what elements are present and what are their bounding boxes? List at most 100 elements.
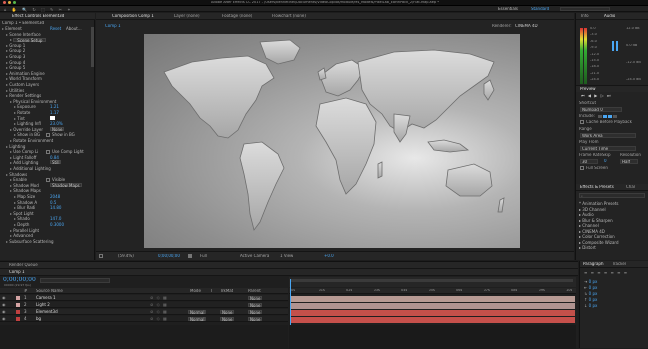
workspace-standard[interactable]: Standard — [531, 7, 549, 11]
layer-duration-bar[interactable] — [291, 309, 575, 316]
layer-parent-dropdown[interactable]: None — [248, 317, 263, 322]
footage-tab[interactable]: Footage (none) — [222, 14, 252, 18]
effect-control-value[interactable]: 2048 — [50, 194, 60, 199]
space-after-field[interactable]: 0 px — [589, 303, 598, 308]
volume-slider-left[interactable] — [612, 41, 614, 51]
effect-control-row[interactable]: ▸ Map Size 2048 — [14, 194, 92, 199]
effect-control-row[interactable]: ▸ Exposure 1.21 — [14, 104, 92, 109]
visibility-eye-icon[interactable]: ◉ — [2, 302, 6, 308]
effect-control-row[interactable]: ▸ Depth 0.3000 — [14, 222, 92, 227]
effect-control-row[interactable]: ▸ Subsurface Scattering — [6, 239, 92, 244]
effect-control-row[interactable]: ▸ Element Reset About... — [2, 26, 92, 31]
layer-duration-bar[interactable] — [291, 316, 575, 323]
about-link[interactable]: About... — [66, 26, 82, 31]
layer-name[interactable]: bg — [36, 316, 41, 322]
layer-row[interactable]: ◉ 1 Camera 1 ⊘ ◇ ▦ None — [0, 295, 288, 301]
minimize-window-icon[interactable] — [8, 1, 11, 4]
effect-control-row[interactable]: ▸ Group 3 — [6, 54, 92, 59]
full-screen-checkbox[interactable] — [580, 166, 584, 170]
effect-control-value[interactable]: 1.17 — [50, 110, 59, 115]
layer-switches[interactable]: ⊘ ◇ ▦ — [150, 309, 168, 315]
layer-duration-bar[interactable] — [291, 302, 575, 309]
tracker-tab[interactable]: Tracker — [612, 262, 626, 266]
scene-setup-button[interactable]: Scene Setup — [13, 38, 47, 43]
space-before-field[interactable]: 0 px — [589, 297, 598, 302]
effect-control-checkbox[interactable] — [46, 132, 50, 137]
cache-checkbox[interactable] — [580, 120, 584, 124]
effect-control-row[interactable]: ▸ Shadow Mod Shadow Maps — [10, 182, 92, 188]
effect-control-row[interactable]: ▸ Rotate Environment — [10, 138, 92, 143]
work-area-bar[interactable] — [291, 279, 573, 282]
align-buttons[interactable]: ≡ ≡ ≡ ≡ ≡ ≡ ≡ — [584, 271, 628, 275]
effect-control-row[interactable]: ▸ Group 4 — [6, 60, 92, 65]
effect-control-row[interactable]: ▸ Add Lighting Still — [10, 160, 92, 165]
composition-tab[interactable]: Composition Comp 1 — [112, 14, 154, 18]
effect-control-row[interactable]: ▸ World Transform — [6, 76, 92, 81]
layer-name[interactable]: Camera 1 — [36, 295, 56, 301]
time-navigator[interactable] — [289, 277, 576, 287]
layer-duration-bar[interactable] — [291, 295, 575, 302]
layer-name[interactable]: Light 2 — [36, 302, 50, 308]
effect-control-dropdown[interactable]: Shadow Maps — [50, 182, 82, 187]
effect-control-row[interactable]: ▸ Tint — [14, 116, 92, 121]
timeline-search-input[interactable] — [40, 278, 110, 283]
effects-presets-tab[interactable]: Effects & Presets — [580, 185, 614, 189]
zoom-window-icon[interactable] — [13, 1, 16, 4]
layer-row[interactable]: ◉ 2 Light 2 ⊘ ◇ ▦ None — [0, 302, 288, 308]
effect-control-row[interactable]: ▸ Override Layer None — [10, 126, 92, 132]
tool-icons[interactable]: ⌂ ✋ 🔍 ↻ ⬚ ✎ ✂ ✦ ⟲ — [4, 7, 74, 17]
effects-search-input[interactable]: ⌕ — [579, 193, 645, 198]
exposure-value[interactable]: +0.0 — [324, 254, 334, 258]
effect-control-row[interactable]: ▸ Utilities — [6, 88, 92, 93]
layer-row[interactable]: ◉ 4 bg ⊘ ◇ ▦ Normal None None — [0, 316, 288, 322]
layer-mode-dropdown[interactable]: Normal — [188, 317, 207, 322]
effect-control-value[interactable]: 147.0 — [50, 216, 61, 221]
effect-control-row[interactable]: ▸ Shadow A 0.5 — [14, 200, 92, 205]
flowchart-tab[interactable]: Flowchart (none) — [272, 14, 306, 18]
effect-control-row[interactable]: ▸ Shadows — [6, 172, 92, 177]
indent-right-field[interactable]: 0 px — [589, 285, 598, 290]
effects-category[interactable]: ▸ Distort — [579, 245, 647, 251]
layer-mode-dropdown[interactable]: Normal — [188, 310, 207, 315]
effect-control-dropdown[interactable]: None — [50, 126, 65, 131]
layer-label-color[interactable] — [16, 310, 20, 314]
effect-control-row[interactable]: ▸ Use Comp Li Use Comp Light — [10, 149, 92, 154]
effect-control-row[interactable]: ▸ Animation Engine — [6, 71, 92, 76]
visibility-eye-icon[interactable]: ◉ — [2, 309, 6, 315]
views-dropdown[interactable]: 1 View — [280, 254, 293, 258]
layer-label-color[interactable] — [16, 303, 20, 307]
effect-control-row[interactable]: ▸ Rotate 1.17 — [14, 110, 92, 115]
effect-control-row[interactable]: ▸ Lighting Infl 23.0% — [14, 121, 92, 126]
playback-controls[interactable]: ⏮ ◀ ▶ ▷ ⏭ — [581, 94, 612, 98]
include-toggles[interactable] — [598, 113, 630, 118]
comp-1-tab[interactable]: Comp 1 — [9, 270, 25, 274]
close-window-icon[interactable] — [3, 1, 6, 4]
effect-control-row[interactable]: ▸ Group 1 — [6, 43, 92, 48]
effect-control-row[interactable]: ▸ Render Settings — [6, 93, 92, 98]
time-ruler[interactable]: 0s 01s 02s 03s 04s 05s 06s 07s 08s 09s 10s — [289, 288, 576, 294]
layer-label-color[interactable] — [16, 317, 20, 321]
character-tab[interactable]: Char — [626, 185, 635, 189]
effect-control-dropdown[interactable]: Still — [50, 160, 62, 165]
layer-tab[interactable]: Layer (none) — [174, 14, 200, 18]
effect-control-checkbox[interactable] — [46, 177, 50, 182]
effect-control-value[interactable]: 0.84 — [50, 155, 59, 160]
effect-control-row[interactable]: ▸ Custom Layers — [6, 82, 92, 87]
comp-navigator[interactable]: Comp 1 — [105, 24, 121, 28]
effect-control-row[interactable]: ▸ Light Falloff 0.84 — [10, 155, 92, 160]
indent-first-field[interactable]: 0 px — [589, 291, 598, 296]
timeline-timecode[interactable]: 0;00;00;00 — [3, 277, 36, 283]
layer-parent-dropdown[interactable]: None — [248, 296, 263, 301]
play-from-dropdown[interactable]: Current Time — [580, 146, 636, 151]
paragraph-tab[interactable]: Paragraph — [583, 262, 604, 266]
effect-control-row[interactable]: ▸ Enable Visible — [10, 177, 92, 182]
info-tab[interactable]: Info — [581, 14, 589, 18]
effect-control-value[interactable]: 23.0% — [50, 121, 63, 126]
effect-control-value[interactable]: 1.21 — [50, 104, 59, 109]
layer-row[interactable]: ◉ 3 Element3d ⊘ ◇ ▦ Normal None None — [0, 309, 288, 315]
effect-control-row[interactable]: ▸ Parallel Light — [10, 228, 92, 233]
shortcut-dropdown[interactable]: Numpad 0 — [580, 107, 622, 112]
effect-control-value[interactable]: Reset — [50, 26, 61, 31]
layer-parent-dropdown[interactable]: None — [248, 303, 263, 308]
effect-control-row[interactable]: ▸ Additional Lighting — [10, 166, 92, 171]
